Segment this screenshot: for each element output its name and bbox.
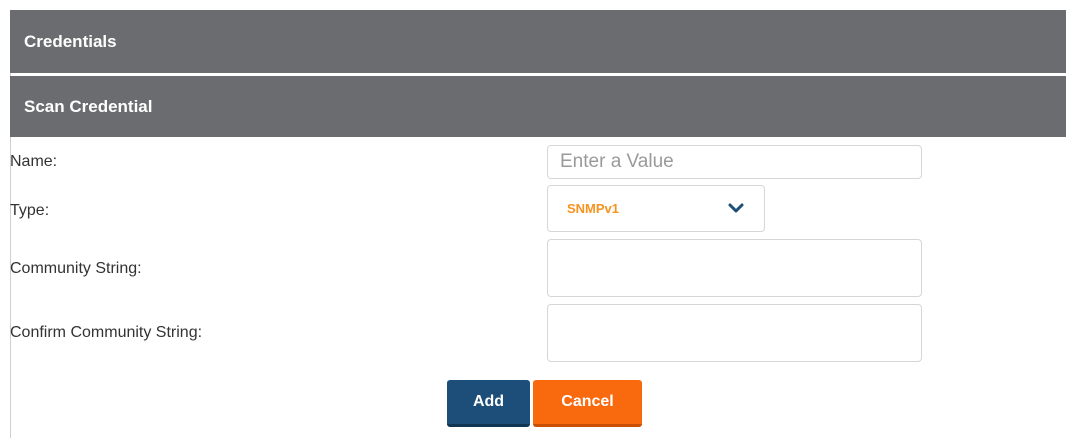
left-border [10,10,11,438]
add-button[interactable]: Add [447,380,530,427]
scan-credential-title: Scan Credential [24,97,153,116]
community-string-label: Community String: [10,260,142,277]
name-input[interactable] [547,145,922,179]
chevron-down-icon [726,200,746,216]
confirm-community-string-input[interactable] [547,304,922,362]
type-selected-value: SNMPv1 [567,201,620,216]
scan-credential-header: Scan Credential [10,76,1066,137]
name-label: Name: [10,153,58,170]
confirm-community-string-label: Confirm Community String: [10,324,203,341]
cancel-button[interactable]: Cancel [533,380,642,427]
credentials-header: Credentials [10,10,1066,73]
scan-credential-page: Credentials Scan Credential Name: Type: … [0,0,1066,438]
credentials-title: Credentials [24,32,117,51]
community-string-input[interactable] [547,239,922,297]
type-select[interactable]: SNMPv1 [547,185,765,232]
type-label: Type: [10,202,50,219]
